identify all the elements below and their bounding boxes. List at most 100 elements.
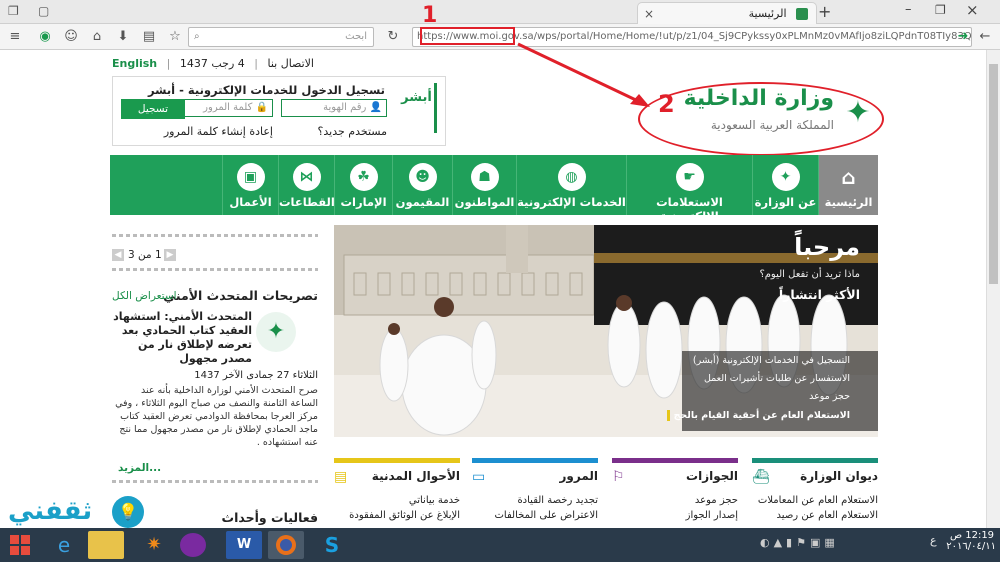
firefox-icon[interactable] — [268, 531, 304, 559]
service-cards: ديوان الوزارة ⛴ الاستعلام العام عن المعا… — [334, 458, 878, 528]
close-window-icon[interactable]: × — [966, 1, 979, 19]
id-card-icon: ▤ — [334, 469, 348, 485]
card-link[interactable]: الاعتراض على المخالفات — [472, 510, 599, 521]
browser-tab-bar: ❐ ▢ الرئيسية × + – ❐ × — [0, 0, 1000, 24]
thaqafni-watermark: ثقفني 💡 — [8, 496, 148, 530]
nav-item-e-services[interactable]: ◍ الخدمات الإلكترونية — [516, 155, 626, 215]
globe-hand-icon: ☛ — [675, 163, 704, 191]
card-link[interactable]: خدمة بياناتي — [334, 495, 460, 506]
reload-icon[interactable]: ↻ — [384, 28, 402, 46]
login-button[interactable]: تسجيل الدخول — [121, 99, 185, 135]
hero-link-1[interactable]: التسجيل في الخدمات الإلكترونية (أبشر) — [693, 355, 850, 366]
skype-icon[interactable]: S — [314, 531, 350, 559]
prev-arrow-icon[interactable]: ◀ — [112, 249, 124, 261]
more-link[interactable]: المزيد... — [118, 462, 161, 474]
media-icon[interactable]: ✷ — [136, 531, 172, 559]
home-icon[interactable]: ⌂ — [88, 28, 106, 46]
citizen-icon: ☗ — [470, 163, 499, 191]
card-civil-affairs[interactable]: الأحوال المدنية ▤ خدمة بياناتي الإبلاغ ع… — [334, 458, 460, 528]
new-tab-icon[interactable]: + — [818, 2, 834, 21]
hero-question: ماذا تريد أن تفعل اليوم؟ — [759, 269, 860, 280]
view-all-link[interactable]: استعراض الكل — [112, 290, 177, 302]
card-traffic[interactable]: المرور ▭ تجديد رخصة القيادة الاعتراض على… — [472, 458, 598, 528]
nav-item-home[interactable]: ⌂ الرئيسية — [818, 155, 878, 215]
ie-icon[interactable]: e — [46, 531, 82, 559]
page-scrollbar[interactable] — [986, 50, 1000, 528]
search-input[interactable]: ابحث ⌕ — [188, 27, 374, 47]
card-link[interactable]: حجز موعد — [612, 495, 738, 506]
system-tray-icons[interactable]: ◐▲▮⚑▣▦ — [760, 536, 860, 554]
card-title: المرور — [559, 469, 599, 483]
next-arrow-icon[interactable]: ▶ — [164, 249, 176, 261]
ship-icon: ⛴ — [752, 469, 770, 485]
clock[interactable]: 12:19 ص ٢٠١٦/٠٤/١١ — [946, 530, 996, 552]
moi-emblem-icon: ✦ — [256, 312, 296, 352]
file-explorer-icon[interactable] — [88, 531, 124, 559]
contact-link[interactable]: الاتصال بنا — [267, 57, 314, 70]
windows-taskbar: e ✷ W S ◐▲▮⚑▣▦ ع 12:19 ص ٢٠١٦/٠٤/١١ — [0, 528, 1000, 562]
nav-item-about[interactable]: ✦ عن الوزارة — [752, 155, 818, 215]
hero-welcome: مرحباً — [794, 233, 860, 261]
menu-icon[interactable]: ≡ — [6, 28, 24, 46]
start-button[interactable] — [6, 531, 40, 559]
hero-link-2[interactable]: الاستفسار عن طلبات تأشيرات العمل — [704, 373, 850, 384]
close-tab-icon[interactable]: × — [644, 7, 654, 21]
news-date: الثلاثاء 27 جمادى الآخر 1437 — [194, 370, 318, 381]
events-title: فعاليات وأحداث — [221, 510, 318, 525]
card-link[interactable]: الإبلاغ عن الوثائق المفقودة — [334, 510, 460, 521]
absher-logo: أبشر — [399, 83, 437, 133]
hero-link-4[interactable]: الاستعلام العام عن أحقية القيام بالحج — [666, 410, 850, 421]
maximize-icon[interactable]: ❐ — [935, 3, 946, 17]
briefcase-icon: ▣ — [236, 163, 265, 191]
nav-item-emirates[interactable]: ☘ الإمارات — [334, 155, 392, 215]
card-link[interactable]: إصدار الجواز — [612, 510, 738, 521]
emblem-icon: ✦ — [771, 163, 800, 191]
language-indicator[interactable]: ع — [930, 534, 937, 547]
reset-password-link[interactable]: إعادة إنشاء كلمة المرور — [164, 125, 273, 138]
download-icon[interactable]: ⬇ — [114, 28, 132, 46]
nav-item-residents[interactable]: ☻ المقيمون — [392, 155, 452, 215]
tab-home[interactable]: الرئيسية × — [637, 2, 817, 24]
card-link[interactable]: الاستعلام العام عن المعاملات — [752, 495, 878, 506]
search-icon[interactable]: ⌕ — [194, 31, 200, 42]
bookmark-star-icon[interactable]: ☆ — [166, 28, 184, 46]
go-icon[interactable]: ➜ — [954, 28, 972, 46]
news-headline[interactable]: المتحدث الأمني: استشهاد العقيد كتاب الحم… — [112, 310, 252, 366]
app-icon[interactable] — [180, 533, 206, 557]
nav-item-business[interactable]: ▣ الأعمال — [222, 155, 278, 215]
id-number-input[interactable]: 👤 رقم الهوية — [281, 99, 387, 117]
logo-highlight-ellipse — [638, 82, 884, 156]
absher-login-box: تسجيل الدخول للخدمات الإلكترونية - أبشر … — [112, 76, 446, 146]
english-link[interactable]: English — [112, 57, 157, 70]
back-icon[interactable]: ← — [976, 28, 994, 46]
word-icon[interactable]: W — [226, 531, 262, 559]
new-user-link[interactable]: مستخدم جديد؟ — [318, 125, 387, 138]
card-passports[interactable]: الجوازات ⚐ حجز موعد إصدار الجواز — [612, 458, 738, 528]
minimize-icon[interactable]: – — [905, 2, 912, 17]
divider — [112, 480, 318, 483]
window-icon[interactable]: ▢ — [38, 4, 54, 20]
sectors-icon: ⋈ — [292, 163, 321, 191]
annotation-number-2: 2 — [658, 90, 675, 118]
card-title: ديوان الوزارة — [800, 469, 878, 483]
extension-icon[interactable]: ◉ — [36, 28, 54, 46]
hero-popular-title: الأكثر انتشاراً — [778, 287, 860, 302]
chat-icon[interactable]: ☺ — [62, 28, 80, 46]
card-link[interactable]: تجديد رخصة القيادة — [472, 495, 598, 506]
top-links: English | الاتصال بنا | 4 رجب 1437 — [112, 57, 314, 70]
user-icon: 👤 — [369, 102, 382, 113]
tab-list-icon[interactable]: ❐ — [8, 4, 24, 20]
clipboard-icon[interactable]: ▤ — [140, 28, 158, 46]
hero-links-panel: التسجيل في الخدمات الإلكترونية (أبشر) ال… — [666, 351, 878, 431]
card-title: الأحوال المدنية — [371, 469, 460, 483]
card-title: الجوازات — [686, 469, 738, 483]
nav-item-citizens[interactable]: ☗ المواطنون — [452, 155, 516, 215]
lightbulb-icon: 💡 — [112, 496, 144, 528]
home-icon: ⌂ — [841, 165, 856, 189]
hero-link-3[interactable]: حجز موعد — [809, 391, 850, 402]
card-link[interactable]: الاستعلام العام عن رصيد — [752, 510, 878, 521]
nav-item-e-inquiries[interactable]: ☛ الاستعلامات الإلكترونية — [626, 155, 752, 223]
car-icon: ▭ — [472, 469, 486, 485]
card-ministry-office[interactable]: ديوان الوزارة ⛴ الاستعلام العام عن المعا… — [752, 458, 878, 528]
nav-item-sectors[interactable]: ⋈ القطاعات — [278, 155, 335, 215]
